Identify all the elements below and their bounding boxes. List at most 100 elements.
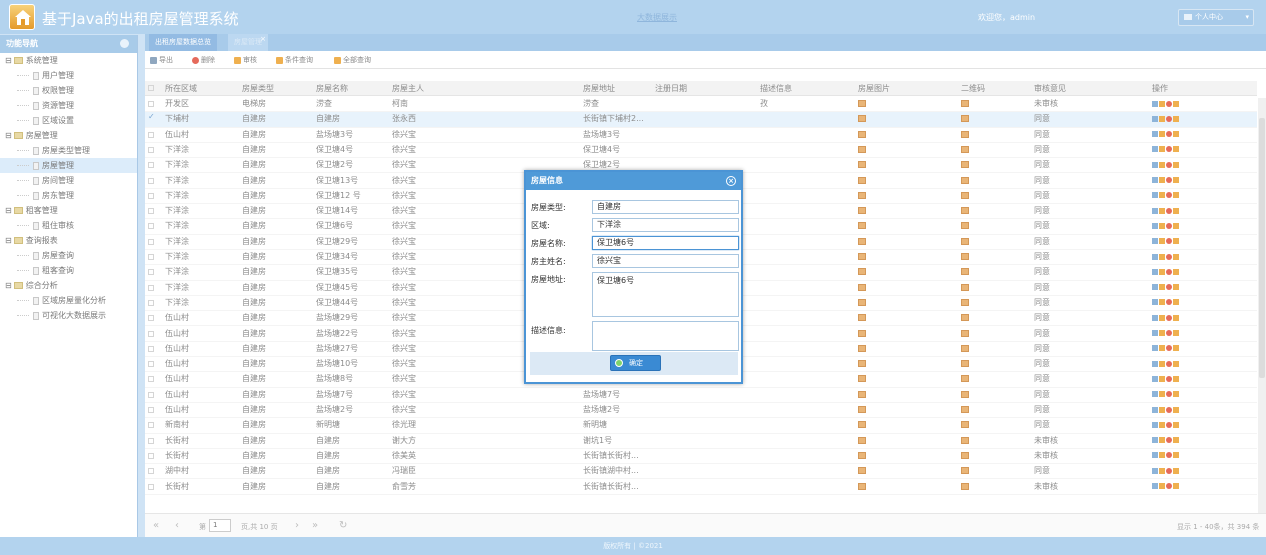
qrcode-icon[interactable] bbox=[961, 158, 969, 173]
row-checkbox[interactable] bbox=[148, 299, 154, 306]
first-page-icon[interactable]: « bbox=[153, 520, 159, 531]
view-icon[interactable] bbox=[1152, 222, 1158, 229]
qrcode-icon[interactable] bbox=[961, 296, 969, 311]
row-checkbox[interactable] bbox=[148, 391, 154, 398]
row-checkbox[interactable] bbox=[148, 177, 154, 184]
view-icon[interactable] bbox=[1152, 360, 1158, 367]
audit-icon[interactable] bbox=[1173, 467, 1179, 474]
house-image-icon[interactable] bbox=[858, 449, 866, 464]
edit-icon[interactable] bbox=[1159, 146, 1165, 153]
house-image-icon[interactable] bbox=[858, 128, 866, 143]
house-image-icon[interactable] bbox=[858, 296, 866, 311]
audit-icon[interactable] bbox=[1173, 452, 1179, 459]
view-icon[interactable] bbox=[1152, 207, 1158, 214]
view-icon[interactable] bbox=[1152, 330, 1158, 336]
column-header[interactable]: 所在区域 bbox=[165, 81, 197, 96]
view-icon[interactable] bbox=[1152, 375, 1158, 382]
delete-icon[interactable] bbox=[1166, 284, 1172, 291]
table-row[interactable]: 伍山村 自建房 盐场塘3号 徐兴宝 盐场塘3号 同意 bbox=[145, 128, 1257, 143]
edit-icon[interactable] bbox=[1159, 330, 1165, 336]
sidebar-group[interactable]: ⊟ 综合分析 bbox=[0, 278, 137, 293]
audit-icon[interactable] bbox=[1173, 284, 1179, 291]
expand-icon[interactable]: ⊟ bbox=[5, 206, 12, 215]
table-row[interactable]: 长街村 自建房 自建房 俞雪芳 长街镇长街村... 未审核 bbox=[145, 480, 1257, 495]
delete-icon[interactable] bbox=[1166, 177, 1172, 183]
edit-icon[interactable] bbox=[1159, 421, 1165, 428]
edit-icon[interactable] bbox=[1159, 268, 1165, 275]
confirm-button[interactable]: 确定 bbox=[610, 355, 661, 371]
expand-icon[interactable]: ⊟ bbox=[5, 56, 12, 65]
page-input[interactable]: 1 bbox=[209, 519, 231, 532]
qrcode-icon[interactable] bbox=[961, 235, 969, 250]
qrcode-icon[interactable] bbox=[961, 128, 969, 143]
column-header[interactable]: 房屋地址 bbox=[583, 81, 615, 96]
qrcode-icon[interactable] bbox=[961, 143, 969, 158]
delete-icon[interactable] bbox=[1166, 161, 1172, 168]
view-icon[interactable] bbox=[1152, 146, 1158, 153]
sidebar-item[interactable]: 房屋查询 bbox=[0, 248, 137, 263]
qrcode-icon[interactable] bbox=[961, 311, 969, 326]
expand-icon[interactable]: ⊟ bbox=[5, 281, 12, 290]
description-field[interactable] bbox=[592, 321, 739, 351]
house-image-icon[interactable] bbox=[858, 357, 866, 372]
row-checkbox[interactable] bbox=[148, 101, 154, 107]
qrcode-icon[interactable] bbox=[961, 112, 969, 127]
house-name-field[interactable]: 保卫塘6号 bbox=[592, 236, 739, 250]
house-image-icon[interactable] bbox=[858, 235, 866, 250]
view-icon[interactable] bbox=[1152, 100, 1158, 107]
sidebar-item[interactable]: 资源管理 bbox=[0, 98, 137, 113]
address-field[interactable]: 保卫塘6号 bbox=[592, 272, 739, 317]
audit-icon[interactable] bbox=[1173, 314, 1179, 321]
house-image-icon[interactable] bbox=[858, 403, 866, 418]
house-image-icon[interactable] bbox=[858, 281, 866, 296]
house-image-icon[interactable] bbox=[858, 250, 866, 265]
view-icon[interactable] bbox=[1152, 421, 1158, 428]
sidebar-item[interactable]: 用户管理 bbox=[0, 68, 137, 83]
delete-icon[interactable] bbox=[1166, 345, 1172, 352]
delete-icon[interactable] bbox=[1166, 222, 1172, 229]
house-image-icon[interactable] bbox=[858, 434, 866, 449]
row-checkbox[interactable] bbox=[148, 238, 154, 245]
house-image-icon[interactable] bbox=[858, 265, 866, 280]
row-checkbox[interactable] bbox=[148, 330, 154, 337]
column-header[interactable]: 房屋图片 bbox=[858, 81, 890, 96]
qrcode-icon[interactable] bbox=[961, 219, 969, 234]
qrcode-icon[interactable] bbox=[961, 250, 969, 265]
delete-icon[interactable] bbox=[1166, 375, 1172, 382]
delete-icon[interactable] bbox=[1166, 131, 1172, 138]
column-header[interactable]: 操作 bbox=[1152, 81, 1168, 96]
view-icon[interactable] bbox=[1152, 345, 1158, 352]
close-icon[interactable]: × bbox=[260, 31, 266, 48]
qrcode-icon[interactable] bbox=[961, 327, 969, 342]
edit-icon[interactable] bbox=[1159, 100, 1165, 107]
audit-icon[interactable] bbox=[1173, 360, 1179, 367]
table-row[interactable]: 开发区 电梯房 涝查 柯南 涝查 孜 未审核 bbox=[145, 97, 1257, 113]
prev-page-icon[interactable]: ‹ bbox=[175, 520, 179, 531]
row-checkbox[interactable] bbox=[148, 254, 154, 260]
next-page-icon[interactable]: › bbox=[295, 520, 299, 531]
expand-icon[interactable]: ⊟ bbox=[5, 236, 12, 245]
house-image-icon[interactable] bbox=[858, 143, 866, 158]
table-row[interactable]: 长街村 自建房 自建房 谢大方 谢坑1号 未审核 bbox=[145, 434, 1257, 449]
qrcode-icon[interactable] bbox=[961, 97, 969, 112]
view-icon[interactable] bbox=[1152, 284, 1158, 291]
column-header[interactable]: 房屋主人 bbox=[392, 81, 424, 96]
house-image-icon[interactable] bbox=[858, 204, 866, 219]
qrcode-icon[interactable] bbox=[961, 189, 969, 204]
audit-icon[interactable] bbox=[1173, 177, 1179, 183]
house-image-icon[interactable] bbox=[858, 342, 866, 357]
audit-icon[interactable] bbox=[1173, 483, 1179, 489]
edit-icon[interactable] bbox=[1159, 437, 1165, 444]
row-checkbox[interactable] bbox=[148, 361, 154, 368]
delete-icon[interactable] bbox=[1166, 238, 1172, 245]
sidebar-item[interactable]: 区域房屋量化分析 bbox=[0, 293, 137, 308]
audit-icon[interactable] bbox=[1173, 406, 1179, 413]
qrcode-icon[interactable] bbox=[961, 464, 969, 479]
house-image-icon[interactable] bbox=[858, 189, 866, 204]
delete-icon[interactable] bbox=[1166, 299, 1172, 306]
qrcode-icon[interactable] bbox=[961, 480, 969, 495]
sidebar-item[interactable]: 租住审核 bbox=[0, 218, 137, 233]
edit-icon[interactable] bbox=[1159, 483, 1165, 489]
view-icon[interactable] bbox=[1152, 452, 1158, 459]
sidebar-group[interactable]: ⊟ 查询报表 bbox=[0, 233, 137, 248]
